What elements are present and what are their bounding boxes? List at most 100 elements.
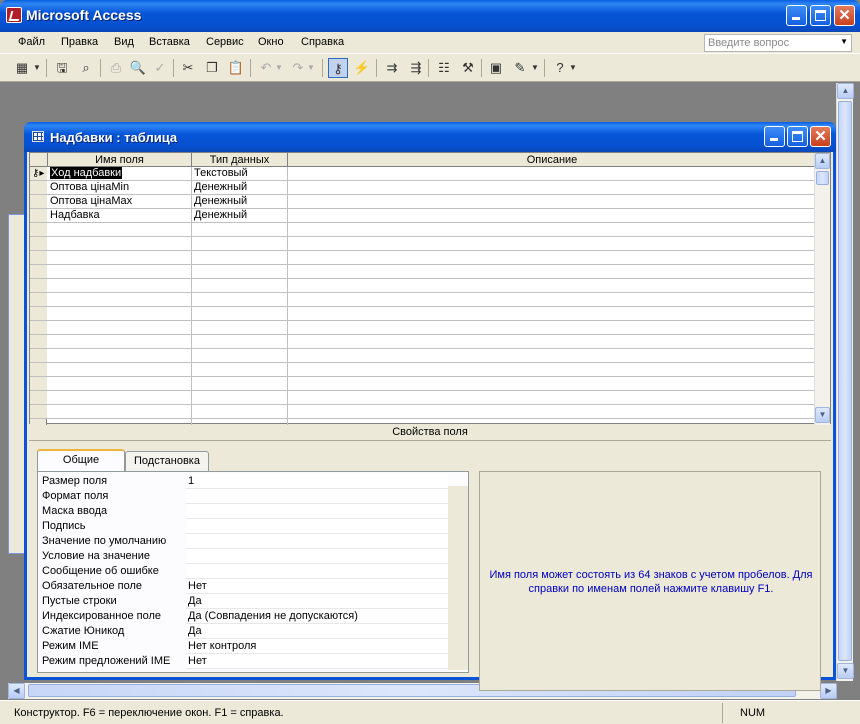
table-row[interactable] (30, 251, 816, 265)
table-row[interactable] (30, 335, 816, 349)
property-value[interactable] (186, 564, 448, 579)
minimize-button[interactable] (786, 5, 807, 26)
menu-window[interactable]: Окно (258, 36, 284, 48)
mdi-vertical-scrollbar[interactable]: ▲ ▼ (836, 83, 854, 681)
properties-icon[interactable]: ☷ (434, 58, 454, 78)
table-row[interactable]: Надбавка Денежный (30, 209, 816, 223)
table-row[interactable] (30, 279, 816, 293)
table-row[interactable] (30, 293, 816, 307)
spell-icon[interactable]: ✓ (150, 58, 170, 78)
table-row[interactable]: Оптова цінаMax Денежный (30, 195, 816, 209)
property-value[interactable] (186, 549, 448, 564)
access-app-icon[interactable] (6, 7, 22, 23)
property-row[interactable]: Обязательное поле Нет (42, 579, 448, 594)
cut-icon[interactable]: ✂ (178, 58, 198, 78)
menu-view[interactable]: Вид (114, 36, 134, 48)
table-row[interactable] (30, 237, 816, 251)
insert-rows-icon[interactable]: ⇉ (382, 58, 402, 78)
scroll-down-icon[interactable]: ▼ (815, 407, 830, 423)
table-row[interactable] (30, 349, 816, 363)
property-value[interactable]: Нет (186, 654, 448, 669)
table-design-window[interactable]: Надбавки : таблица ✕ Имя поля Тип данных… (24, 122, 836, 691)
field-name-cell[interactable]: Оптова цінаMax (48, 195, 191, 209)
chevron-down-icon[interactable]: ▼ (274, 58, 284, 78)
description-cell[interactable] (288, 195, 800, 209)
tab-lookup[interactable]: Подстановка (125, 451, 209, 471)
table-row[interactable]: Оптова цінаMin Денежный (30, 181, 816, 195)
property-value[interactable]: Нет (186, 579, 448, 594)
scroll-right-icon[interactable]: ▶ (820, 683, 837, 699)
table-row[interactable] (30, 405, 816, 419)
property-row[interactable]: Подпись (42, 519, 448, 534)
property-value[interactable] (186, 534, 448, 549)
chevron-down-icon[interactable]: ▼ (306, 58, 316, 78)
copy-icon[interactable]: ❐ (202, 58, 222, 78)
tab-general[interactable]: Общие (37, 449, 125, 471)
description-cell[interactable] (288, 181, 800, 195)
scroll-up-icon[interactable]: ▲ (837, 83, 854, 99)
grid-vertical-scrollbar[interactable]: ▲ ▼ (814, 153, 830, 425)
paste-icon[interactable]: 📋 (226, 58, 246, 78)
menu-tools[interactable]: Сервис (206, 36, 244, 48)
new-object-icon[interactable]: ✎ (510, 58, 530, 78)
property-value[interactable]: Да (186, 594, 448, 609)
preview-icon[interactable]: 🔍 (128, 58, 148, 78)
property-value[interactable] (186, 504, 448, 519)
table-row[interactable] (30, 377, 816, 391)
menu-help[interactable]: Справка (301, 36, 344, 48)
database-window-icon[interactable]: ▣ (486, 58, 506, 78)
property-row[interactable]: Значение по умолчанию (42, 534, 448, 549)
field-name-cell[interactable]: Ход надбавки (48, 167, 191, 181)
data-type-cell[interactable]: Денежный (192, 209, 287, 223)
indexes-icon[interactable]: ⚡ (352, 58, 372, 78)
property-row[interactable]: Маска ввода (42, 504, 448, 519)
table-row[interactable] (30, 307, 816, 321)
save-icon[interactable]: 🖫 (52, 58, 72, 78)
search-file-icon[interactable]: ⌕ (76, 58, 96, 78)
build-icon[interactable]: ⚒ (458, 58, 478, 78)
property-row[interactable]: Сжатие Юникод Да (42, 624, 448, 639)
header-data-type[interactable]: Тип данных (192, 153, 288, 167)
redo-icon[interactable]: ↷ (288, 58, 308, 78)
property-value[interactable]: Да (Совпадения не допускаются) (186, 609, 448, 624)
field-name-cell[interactable]: Надбавка (48, 209, 191, 223)
scroll-up-icon[interactable]: ▲ (815, 153, 830, 169)
child-maximize-button[interactable] (787, 126, 808, 147)
child-close-button[interactable]: ✕ (810, 126, 831, 147)
delete-rows-icon[interactable]: ⇶ (406, 58, 426, 78)
table-row[interactable] (30, 391, 816, 405)
grid-corner[interactable] (30, 153, 48, 167)
maximize-button[interactable] (810, 5, 831, 26)
table-row[interactable] (30, 363, 816, 377)
scroll-left-icon[interactable]: ◀ (8, 683, 25, 699)
view-icon[interactable]: ▦ (12, 58, 32, 78)
data-type-cell[interactable]: Денежный (192, 195, 287, 209)
undo-icon[interactable]: ↶ (256, 58, 276, 78)
property-row[interactable]: Режим IME Нет контроля (42, 639, 448, 654)
app-title-bar[interactable]: Microsoft Access ✕ (0, 0, 860, 32)
description-cell[interactable] (288, 167, 800, 181)
property-value[interactable]: Нет контроля (186, 639, 448, 654)
scroll-thumb[interactable] (838, 101, 852, 661)
print-icon[interactable]: ⎙ (106, 58, 126, 78)
data-type-cell[interactable]: Денежный (192, 181, 287, 195)
property-row[interactable]: Режим предложений IME Нет (42, 654, 448, 669)
table-row[interactable]: ⚷▸ Ход надбавки Текстовый (30, 167, 816, 181)
property-value[interactable] (186, 519, 448, 534)
field-name-cell[interactable]: Оптова цінаMin (48, 181, 191, 195)
header-description[interactable]: Описание (288, 153, 816, 167)
data-type-cell[interactable]: Текстовый (192, 167, 287, 181)
scroll-down-icon[interactable]: ▼ (837, 663, 854, 679)
property-row[interactable]: Индексированное поле Да (Совпадения не до… (42, 609, 448, 624)
close-button[interactable]: ✕ (834, 5, 855, 26)
menu-insert[interactable]: Вставка (149, 36, 190, 48)
property-row[interactable]: Сообщение об ошибке (42, 564, 448, 579)
chevron-down-icon[interactable]: ▼ (840, 37, 848, 46)
table-row[interactable] (30, 321, 816, 335)
menu-file[interactable]: Файл (18, 36, 45, 48)
help-question-box[interactable]: Введите вопрос ▼ (704, 34, 852, 52)
help-icon[interactable]: ? (550, 58, 570, 78)
chevron-down-icon[interactable]: ▼ (32, 58, 42, 78)
property-value[interactable] (186, 489, 448, 504)
table-row[interactable] (30, 265, 816, 279)
